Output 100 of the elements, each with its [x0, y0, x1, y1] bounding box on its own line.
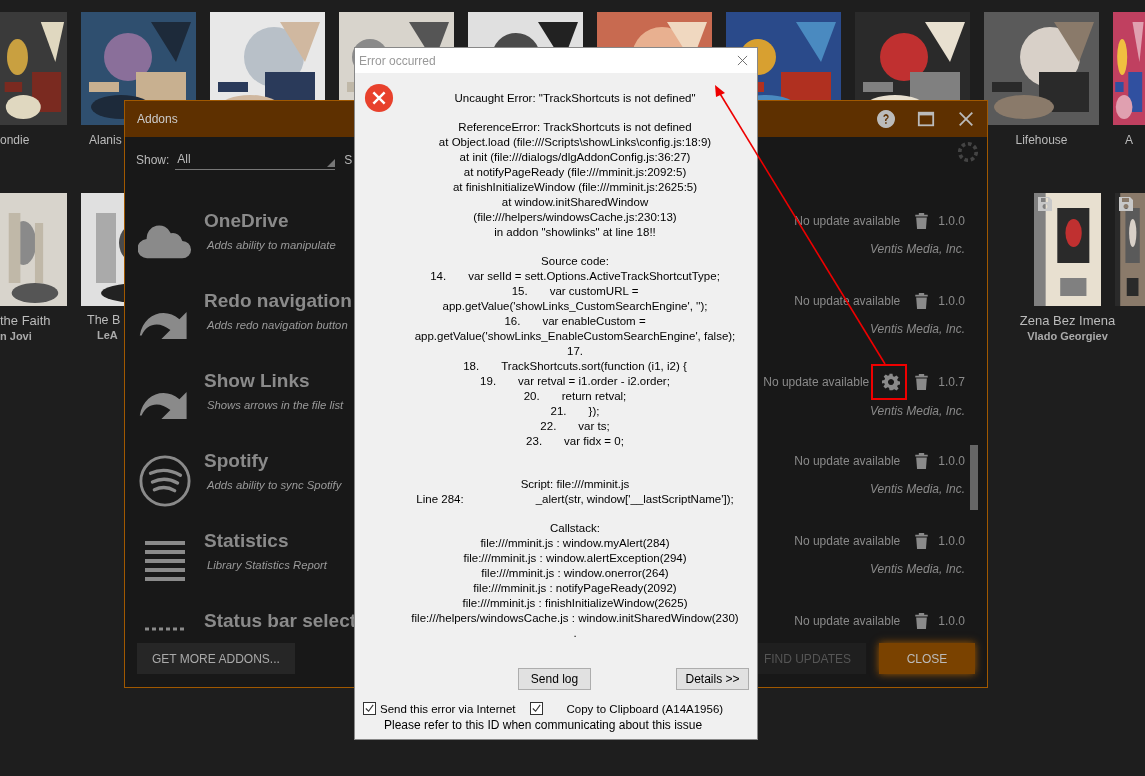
album-artist: n Jovi: [0, 330, 32, 342]
scrollbar-thumb[interactable]: [970, 445, 978, 510]
code-line: _alert(str, window['__lastScriptName']);: [535, 492, 734, 507]
settings-icon[interactable]: [882, 373, 901, 391]
album-title: The B: [86, 313, 121, 327]
stack-trace-line: in addon "showlinks" at line 18!!: [494, 225, 656, 240]
line-number: Line 284:: [416, 492, 464, 507]
code-line: var retval = i1.order - i2.order;: [518, 374, 670, 389]
album-title: Alanis: [88, 133, 122, 147]
code-line: var customURL =: [549, 284, 639, 299]
loading-spinner-icon: [957, 141, 979, 163]
error-icon: [364, 83, 394, 113]
addon-publisher: Ventis Media, Inc.: [870, 322, 965, 336]
show-label: Show:: [136, 153, 170, 169]
code-line: var enableCustom =: [542, 314, 646, 329]
addon-publisher: Ventis Media, Inc.: [870, 482, 965, 496]
addon-name: Spotify: [204, 449, 270, 473]
window-title: Addons: [137, 112, 178, 126]
cloud-icon: [138, 223, 192, 259]
show-dropdown[interactable]: All: [175, 152, 336, 170]
code-line: return retval;: [561, 389, 627, 404]
trash-icon[interactable]: [915, 533, 929, 549]
addon-name: Redo navigation: [204, 289, 352, 313]
section-heading: Callstack:: [550, 521, 600, 536]
code-line: });: [588, 404, 600, 419]
close-button[interactable]: CLOSE: [879, 643, 975, 674]
update-status: No update available: [763, 375, 870, 389]
addon-name: Show Links: [204, 369, 311, 393]
stack-trace-line: ReferenceError: TrackShortcuts is not defined: [458, 120, 692, 135]
action-button[interactable]: GET MORE ADDONS...: [137, 643, 295, 674]
line-number: 22.: [540, 419, 557, 434]
spotify-icon: [138, 454, 192, 508]
stack-trace-line: at finishInitializeWindow (file:///mminit.js:2625:5): [452, 180, 698, 195]
details-button[interactable]: Details >>: [676, 668, 749, 690]
addon-version: 1.0.0: [938, 534, 965, 548]
code-line: app.getValue('showLinks_EnableCustomSearchEngine', false);: [414, 329, 736, 344]
trash-icon[interactable]: [915, 613, 929, 629]
addon-publisher: Ventis Media, Inc.: [870, 242, 965, 256]
addon-publisher: Ventis Media, Inc.: [870, 562, 965, 576]
line-number: 21.: [550, 404, 567, 419]
close-icon[interactable]: [737, 55, 748, 66]
addon-description: Library Statistics Report: [206, 559, 327, 571]
addon-description: Adds ability to sync Spotify: [205, 479, 342, 491]
trash-icon[interactable]: [915, 293, 929, 309]
addon-description: Adds redo navigation button: [205, 319, 349, 331]
caret-icon: [327, 159, 336, 167]
checkbox-label: Send this error via Internet: [380, 702, 516, 715]
checkbox-label: Copy to Clipboard (A14A1956): [566, 702, 724, 715]
stack-trace-line: at Object.load (file:///Scripts\showLinks\config.js:18:9): [438, 135, 712, 150]
stack-trace-line: at window.initSharedWindow: [501, 195, 649, 210]
callstack-line: file:///mminit.js : window.myAlert(284): [480, 536, 670, 551]
addon-name: Status bar select: [204, 609, 357, 633]
close-icon[interactable]: [957, 110, 975, 128]
stack-trace-line: (file:///helpers/windowsCache.js:230:13): [473, 210, 677, 225]
help-icon[interactable]: [877, 110, 895, 128]
checkbox[interactable]: [529, 702, 543, 715]
addon-version: 1.0.0: [938, 294, 965, 308]
trash-icon[interactable]: [915, 453, 929, 469]
send-log-button[interactable]: Send log: [518, 668, 591, 690]
callstack-line: .: [573, 626, 577, 641]
line-number: 19.: [480, 374, 497, 389]
album-title: the Faith: [0, 313, 51, 328]
line-number: 20.: [523, 389, 540, 404]
trash-icon[interactable]: [915, 213, 929, 229]
addon-name: OneDrive: [204, 209, 290, 233]
addon-name: Statistics: [204, 529, 290, 553]
note-text: Please refer to this ID when communicating about this issue: [383, 718, 704, 732]
code-line: var fidx = 0;: [564, 434, 624, 449]
update-status: No update available: [794, 454, 901, 468]
album-title: ondie: [0, 133, 30, 147]
addon-version: 1.0.7: [938, 375, 965, 389]
maximize-icon[interactable]: [917, 110, 935, 128]
album-artist: Vlado Georgiev: [1027, 330, 1108, 342]
addon-version: 1.0.0: [938, 614, 965, 628]
error-message: Uncaught Error: "TrackShortcuts is not defined": [454, 91, 696, 106]
line-number: 16.: [504, 314, 521, 329]
highlight-frame: [871, 364, 907, 400]
code-line: TrackShortcuts.sort(function (i1, i2) {: [501, 359, 687, 374]
line-number: 23.: [526, 434, 543, 449]
script-path: Script: file:///mminit.js: [520, 477, 630, 492]
checkbox[interactable]: [363, 702, 376, 715]
addon-version: 1.0.0: [938, 454, 965, 468]
list-icon: [144, 541, 186, 581]
addon-description: Shows arrows in the file list: [206, 399, 344, 411]
line-number: 15.: [511, 284, 528, 299]
album-artist: LeA: [96, 329, 118, 341]
dialog-title: Error occurred: [359, 53, 436, 68]
line-number: 17.: [567, 344, 583, 359]
callstack-line: file:///mminit.js : window.alertException(294): [463, 551, 687, 566]
callstack-line: file:///helpers/windowsCache.js : window.initSharedWindow(230): [411, 611, 739, 626]
trash-icon[interactable]: [915, 374, 929, 390]
update-status: No update available: [794, 534, 901, 548]
filter-label: S: [344, 153, 353, 169]
stack-trace-line: at init (file:///dialogs/dlgAddonConfig.js:36:27): [459, 150, 691, 165]
section-heading: Source code:: [541, 254, 609, 269]
callstack-line: file:///mminit.js : notifyPageReady(2092): [473, 581, 677, 596]
update-status: No update available: [794, 614, 901, 628]
album-title: Lifehouse: [1015, 133, 1068, 147]
album-title: Zena Bez Imena: [1019, 313, 1116, 328]
code-line: var selId = sett.Options.ActiveTrackShortcutType;: [468, 269, 720, 284]
